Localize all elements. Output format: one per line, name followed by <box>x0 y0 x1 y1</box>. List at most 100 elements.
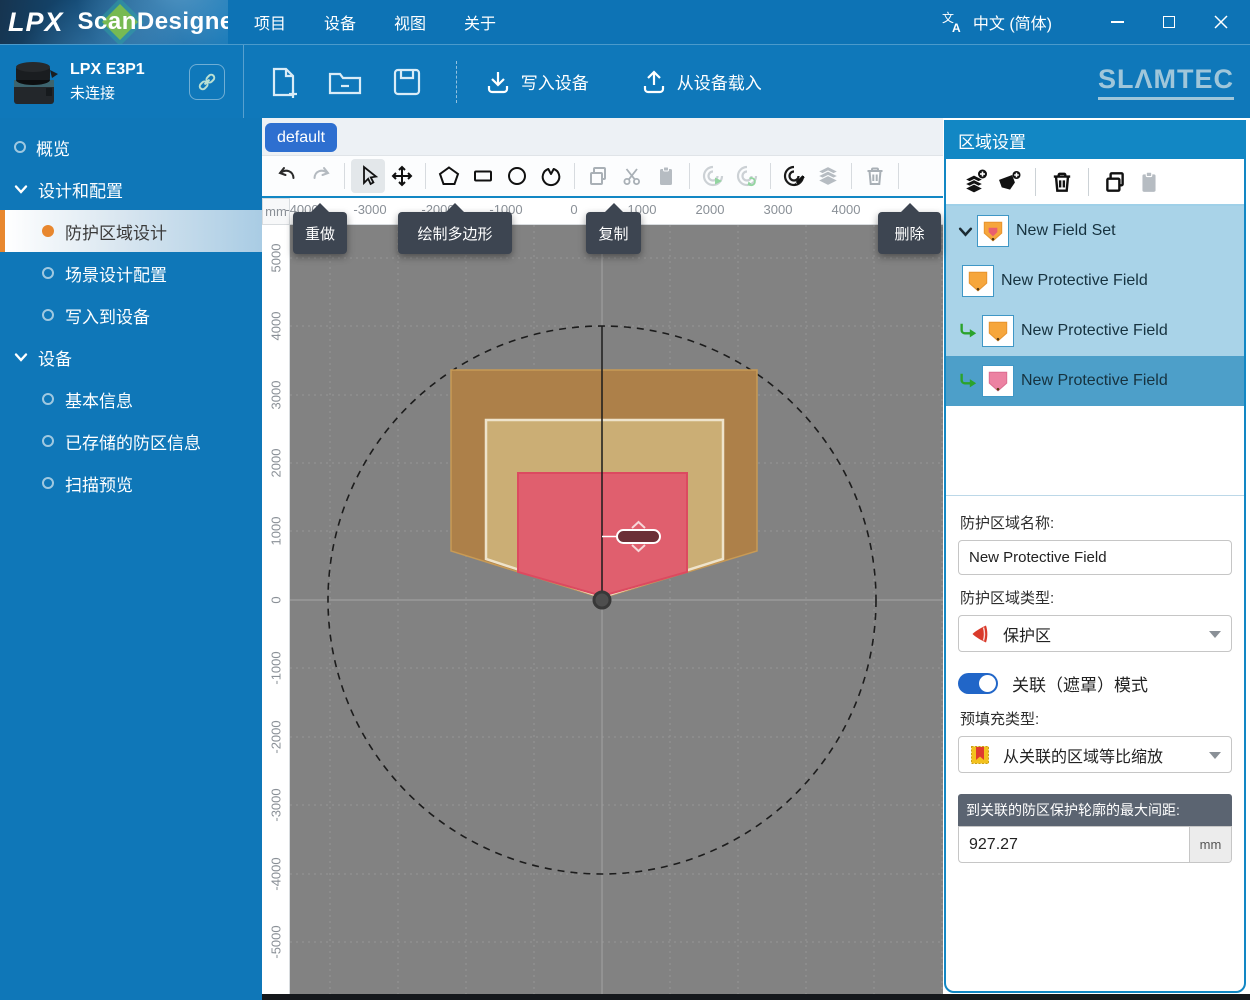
copy-button[interactable] <box>581 159 615 193</box>
design-canvas[interactable] <box>290 225 943 1000</box>
menu-device[interactable]: 设备 <box>322 6 358 38</box>
menu-about[interactable]: 关于 <box>462 6 498 38</box>
scan-play-button[interactable] <box>696 159 730 193</box>
download-icon <box>485 69 511 95</box>
ruler-tick: -5000 <box>268 925 283 958</box>
sidebar-item-stored-zones[interactable]: 已存储的防区信息 <box>0 420 262 462</box>
ruler-tick: -2000 <box>268 720 283 753</box>
radio-icon <box>42 267 54 279</box>
draw-rectangle-button[interactable] <box>466 159 500 193</box>
tree-row-field-3-selected[interactable]: New Protective Field <box>946 356 1244 406</box>
linked-arrow-icon <box>958 321 978 341</box>
move-icon <box>391 165 413 187</box>
origin-point[interactable] <box>594 592 610 608</box>
menu-view[interactable]: 视图 <box>392 6 428 38</box>
toolbar-separator <box>574 163 575 189</box>
add-field-set-button[interactable] <box>958 165 992 199</box>
save-project-button[interactable] <box>384 59 430 105</box>
fieldset-icon <box>977 215 1009 247</box>
sector-icon <box>540 165 562 187</box>
tree-row-field-1[interactable]: New Protective Field <box>946 256 1244 306</box>
svg-text:A: A <box>952 21 961 34</box>
logo-suffix: ScanDesigner <box>78 8 228 36</box>
chevron-down-icon <box>1209 751 1221 759</box>
ruler-tick: -1000 <box>268 651 283 684</box>
open-project-button[interactable] <box>322 59 368 105</box>
paste-field-button[interactable] <box>1132 165 1166 199</box>
sidebar-item-protect-design[interactable]: 防护区域设计 <box>0 210 262 252</box>
ruler-tick: 3000 <box>764 202 793 217</box>
toolbar-separator <box>1088 168 1089 196</box>
minimize-icon <box>1111 21 1124 23</box>
save-icon <box>390 65 424 99</box>
cut-button[interactable] <box>615 159 649 193</box>
minimize-button[interactable] <box>1094 5 1140 39</box>
sidebar-item-basic-info[interactable]: 基本信息 <box>0 378 262 420</box>
tree-row-field-set[interactable]: New Field Set <box>946 206 1244 256</box>
draw-polygon-button[interactable] <box>432 159 466 193</box>
sidebar-item-write-device[interactable]: 写入到设备 <box>0 294 262 336</box>
select-tool-button[interactable] <box>351 159 385 193</box>
redo-button[interactable] <box>304 159 338 193</box>
new-project-button[interactable] <box>260 59 306 105</box>
copy-icon <box>1103 170 1127 194</box>
ruler-tick: -3000 <box>268 788 283 821</box>
delete-field-button[interactable] <box>1045 165 1079 199</box>
window-bottom-edge <box>262 994 1250 1000</box>
sidebar-item-scan-preview[interactable]: 扫描预览 <box>0 462 262 504</box>
open-folder-icon <box>327 65 363 99</box>
add-field-button[interactable] <box>992 165 1026 199</box>
cursor-icon <box>357 165 379 187</box>
edit-field-button[interactable] <box>777 159 811 193</box>
mask-mode-toggle[interactable] <box>958 673 998 694</box>
sidebar-group-device[interactable]: 设备 <box>0 336 262 378</box>
redo-icon <box>310 165 332 187</box>
menu-project[interactable]: 项目 <box>252 6 288 38</box>
scan-refresh-button[interactable] <box>730 159 764 193</box>
paste-button[interactable] <box>649 159 683 193</box>
field-name-input[interactable]: New Protective Field <box>958 540 1232 575</box>
max-distance-input[interactable]: 927.27 <box>959 827 1189 862</box>
move-tool-button[interactable] <box>385 159 419 193</box>
device-thumbnail <box>6 52 62 112</box>
tree-row-field-2[interactable]: New Protective Field <box>946 306 1244 356</box>
radio-icon <box>42 477 54 489</box>
tab-default[interactable]: default <box>265 123 337 152</box>
connect-button[interactable] <box>189 64 225 100</box>
sidebar-item-label: 扫描预览 <box>65 471 133 496</box>
sidebar-group-design[interactable]: 设计和配置 <box>0 168 262 210</box>
max-distance-label: 到关联的防区保护轮廓的最大间距: <box>958 794 1232 826</box>
toolbar-separator <box>851 163 852 189</box>
device-status: 未连接 <box>70 82 145 103</box>
maximize-button[interactable] <box>1146 5 1192 39</box>
tooltip-draw-polygon: 绘制多边形 <box>398 212 512 254</box>
sidebar-group-label: 设备 <box>38 345 72 370</box>
sidebar-item-overview[interactable]: 概览 <box>0 126 262 168</box>
ruler-tick: 3000 <box>268 381 283 410</box>
maximize-icon <box>1163 16 1175 28</box>
undo-button[interactable] <box>270 159 304 193</box>
field-properties-form: 防护区域名称: New Protective Field 防护区域类型: 保护区… <box>946 496 1244 863</box>
tree-label: New Protective Field <box>1021 372 1168 390</box>
ruler-tick: -3000 <box>353 202 386 217</box>
delete-button[interactable] <box>858 159 892 193</box>
write-device-label: 写入设备 <box>521 69 589 94</box>
toolbar-divider <box>243 45 244 119</box>
toolbar-separator <box>689 163 690 189</box>
rectangle-icon <box>472 165 494 187</box>
layers-button[interactable] <box>811 159 845 193</box>
load-device-button[interactable]: 从设备载入 <box>641 69 762 95</box>
prefill-type-select[interactable]: 从关联的区域等比缩放 <box>958 736 1232 773</box>
field-type-select[interactable]: 保护区 <box>958 615 1232 652</box>
draw-sector-button[interactable] <box>534 159 568 193</box>
write-device-button[interactable]: 写入设备 <box>485 69 589 95</box>
close-button[interactable] <box>1198 5 1244 39</box>
copy-field-button[interactable] <box>1098 165 1132 199</box>
field-type-value: 保护区 <box>1003 622 1051 646</box>
draw-circle-button[interactable] <box>500 159 534 193</box>
sidebar-item-scene-design[interactable]: 场景设计配置 <box>0 252 262 294</box>
language-selector[interactable]: 文 A 中文 (简体) <box>941 10 1052 34</box>
field-drag-handle[interactable] <box>617 530 660 543</box>
field-orange-icon <box>962 265 994 297</box>
sidebar-item-label: 概览 <box>36 135 70 160</box>
